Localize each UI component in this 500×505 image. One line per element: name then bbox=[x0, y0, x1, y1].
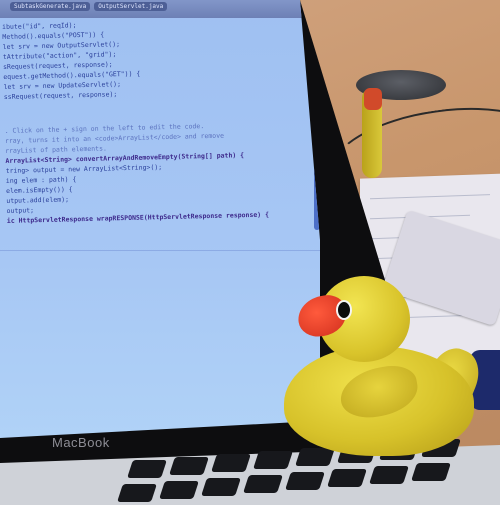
background-duck-beak bbox=[364, 88, 382, 110]
laptop-brand-label: MacBook bbox=[52, 435, 110, 450]
code-editor[interactable]: ibute("id", reqId); Method().equals("POS… bbox=[2, 15, 307, 226]
editor-tabs: SubtaskGenerate.java OutputServlet.java bbox=[10, 2, 168, 11]
key[interactable] bbox=[369, 466, 409, 484]
keyboard-keys bbox=[110, 439, 500, 502]
key[interactable] bbox=[201, 478, 241, 496]
laptop-screen: SubtaskGenerate.java OutputServlet.java … bbox=[0, 0, 320, 438]
editor-tab[interactable]: SubtaskGenerate.java bbox=[10, 2, 91, 11]
key[interactable] bbox=[127, 460, 167, 478]
editor-divider bbox=[0, 250, 320, 251]
key[interactable] bbox=[169, 457, 209, 475]
key[interactable] bbox=[285, 472, 325, 490]
rubber-duck bbox=[278, 276, 487, 456]
key[interactable] bbox=[243, 475, 283, 493]
key[interactable] bbox=[327, 469, 367, 487]
editor-tab[interactable]: OutputServlet.java bbox=[94, 2, 168, 11]
key[interactable] bbox=[117, 484, 157, 502]
duck-eye bbox=[336, 300, 352, 320]
key[interactable] bbox=[159, 481, 199, 499]
key[interactable] bbox=[211, 454, 251, 472]
key[interactable] bbox=[411, 463, 451, 481]
